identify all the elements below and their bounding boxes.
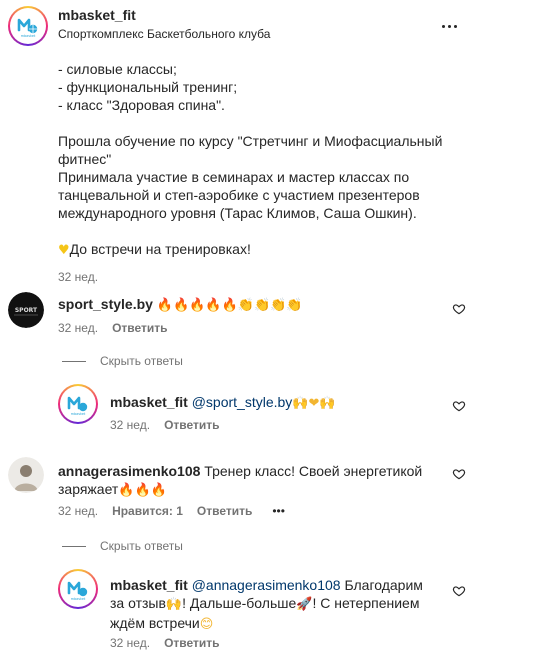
annagerasimenko-avatar-icon [8, 457, 44, 493]
reply-button[interactable]: Ответить [164, 636, 219, 650]
comment-text: sport_style.by 🔥🔥🔥🔥🔥👏👏👏👏 [58, 295, 438, 315]
caption-line: - класс "Здоровая спина". [58, 97, 225, 113]
mbasket-logo-icon: mbasket [62, 573, 94, 605]
reply-text: mbasket_fit @sport_style.by 🙌❤🙌 [110, 393, 440, 413]
comment-meta: 32 нед. Нравится: 1 Ответить ••• [58, 504, 285, 518]
hide-replies-label: Скрыть ответы [100, 354, 183, 368]
svg-text:mbasket: mbasket [71, 597, 86, 601]
svg-text:mbasket: mbasket [71, 412, 86, 416]
mbasket-logo-icon: mbasket [12, 10, 44, 42]
commenter-avatar[interactable] [8, 457, 44, 493]
caption-line: Принимала участие в семинарах и мастер к… [58, 169, 420, 221]
post-author-avatar[interactable]: mbasket [8, 6, 48, 46]
like-heart-icon[interactable] [452, 399, 466, 413]
comment-username[interactable]: annagerasimenko108 [58, 463, 200, 479]
caption-time[interactable]: 32 нед. [58, 268, 458, 286]
reply-mention-link[interactable]: @annagerasimenko108 [192, 577, 341, 593]
post-author-username[interactable]: mbasket_fit [58, 7, 136, 23]
reply-meta: 32 нед. Ответить [110, 418, 220, 432]
reply-button[interactable]: Ответить [164, 418, 219, 432]
rocket-icon: 🚀 [296, 597, 313, 612]
hide-replies-button[interactable]: Скрыть ответы [62, 354, 183, 368]
post-location[interactable]: Спорткомплекс Баскетбольного клуба [58, 27, 270, 41]
reply-emojis: 🙌❤🙌 [292, 396, 336, 411]
comment-emojis: 🔥🔥🔥 [118, 483, 167, 498]
reply-mention-link[interactable]: @sport_style.by [192, 394, 293, 410]
reply-time[interactable]: 32 нед. [110, 636, 150, 650]
like-heart-icon[interactable] [452, 584, 466, 598]
svg-text:SPORT: SPORT [15, 307, 38, 314]
mbasket-logo-icon: mbasket [62, 388, 94, 420]
yellow-heart-icon: ♥ [58, 243, 70, 258]
divider-line [62, 545, 86, 547]
caption-spacer [58, 222, 458, 240]
caption-line: Прошла обучение по курсу "Стретчинг и Ми… [58, 133, 443, 167]
smile-icon: 😊 [199, 617, 214, 632]
comment-username[interactable]: sport_style.by [58, 296, 153, 312]
likes-count[interactable]: Нравится: 1 [112, 504, 183, 518]
comment-more-icon[interactable]: ••• [272, 504, 285, 518]
comment-time[interactable]: 32 нед. [58, 504, 98, 518]
reply-username[interactable]: mbasket_fit [110, 577, 188, 593]
reply-author-avatar[interactable]: mbasket [58, 384, 98, 424]
sport-style-avatar-icon: SPORT [8, 292, 44, 328]
svg-text:mbasket: mbasket [21, 34, 36, 38]
caption-spacer [58, 114, 458, 132]
caption-line: - силовые классы; [58, 61, 177, 77]
more-options-icon[interactable] [437, 14, 461, 38]
post-caption: - силовые классы; - функциональный трени… [58, 60, 458, 286]
hide-replies-label: Скрыть ответы [100, 539, 183, 553]
comment-emojis: 🔥🔥🔥🔥🔥👏👏👏👏 [156, 298, 303, 313]
reply-time[interactable]: 32 нед. [110, 418, 150, 432]
caption-closing-text: До встречи на тренировках! [69, 241, 251, 257]
commenter-avatar[interactable]: SPORT [8, 292, 44, 328]
like-heart-icon[interactable] [452, 467, 466, 481]
caption-line: - функциональный тренинг; [58, 79, 238, 95]
comment-text: annagerasimenko108 Тренер класс! Своей э… [58, 462, 438, 500]
reply-username[interactable]: mbasket_fit [110, 394, 188, 410]
reply-meta: 32 нед. Ответить [110, 636, 220, 650]
hide-replies-button[interactable]: Скрыть ответы [62, 539, 183, 553]
raised-hands-icon: 🙌 [165, 597, 183, 612]
reply-text: mbasket_fit @annagerasimenko108 Благодар… [110, 576, 440, 634]
comment-meta: 32 нед. Ответить [58, 321, 168, 335]
divider-line [62, 360, 86, 362]
comment-time[interactable]: 32 нед. [58, 321, 98, 335]
reply-author-avatar[interactable]: mbasket [58, 569, 98, 609]
caption-closing: ♥До встречи на тренировках! [58, 240, 458, 260]
reply-button[interactable]: Ответить [112, 321, 167, 335]
reply-button[interactable]: Ответить [197, 504, 252, 518]
post-header: mbasket mbasket_fit Спорткомплекс Баскет… [0, 0, 549, 52]
like-heart-icon[interactable] [452, 302, 466, 316]
reply-content: ! Дальше-больше [182, 595, 297, 611]
